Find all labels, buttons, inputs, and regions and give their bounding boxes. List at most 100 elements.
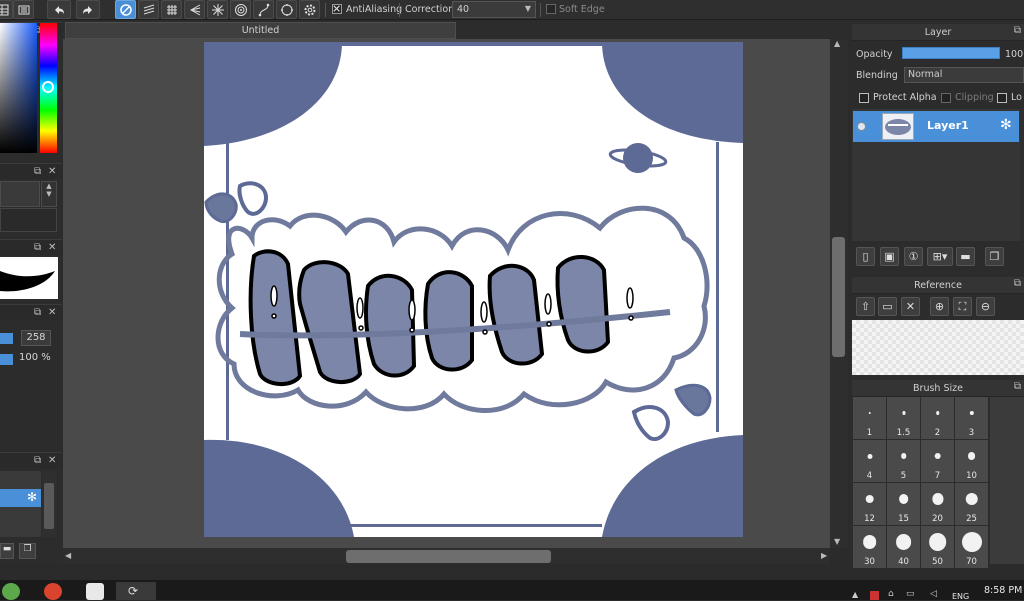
- lock-checkbox[interactable]: [997, 93, 1007, 103]
- reference-up-button[interactable]: ⇧: [856, 297, 875, 316]
- brush-size-option[interactable]: 25: [955, 483, 988, 525]
- brush-size-option[interactable]: 1.5: [887, 397, 920, 439]
- brush-size-option[interactable]: 1: [853, 397, 886, 439]
- protect-alpha-checkbox[interactable]: [859, 93, 869, 103]
- opacity-slider-chip[interactable]: [0, 354, 13, 365]
- layer-name[interactable]: Layer1: [927, 119, 969, 132]
- duplicate-button[interactable]: ❐: [19, 543, 36, 559]
- canvas-artwork[interactable]: [204, 42, 743, 537]
- brush-size-option[interactable]: 50: [921, 526, 954, 568]
- active-app-button[interactable]: ⟳: [116, 582, 156, 600]
- blending-mode-select[interactable]: Normal: [904, 67, 1024, 83]
- snap-curve-button[interactable]: [253, 0, 274, 19]
- tray-network-icon[interactable]: ⌂: [888, 589, 894, 599]
- duplicate-layer-button[interactable]: ❐: [985, 247, 1004, 266]
- brush-size-option[interactable]: 2: [921, 397, 954, 439]
- new-folder-button[interactable]: ▬: [956, 247, 975, 266]
- tray-battery-icon[interactable]: ▭: [906, 589, 915, 599]
- new-1bit-layer-button[interactable]: ①: [904, 247, 923, 266]
- popout-icon[interactable]: ⧉: [34, 455, 41, 466]
- layer-opacity-slider[interactable]: [902, 47, 1000, 59]
- size-slider-chip[interactable]: [0, 333, 13, 344]
- correction-select[interactable]: 40 ▼: [452, 1, 536, 18]
- brush-size-value[interactable]: 258: [21, 330, 51, 346]
- menu-button[interactable]: [13, 0, 34, 19]
- scroll-thumb[interactable]: [44, 483, 54, 529]
- scroll-left-icon[interactable]: ◀: [65, 551, 71, 560]
- snap-circle-button[interactable]: [230, 0, 251, 19]
- reference-open-button[interactable]: ▭: [878, 297, 897, 316]
- brush-size-option[interactable]: 20: [921, 483, 954, 525]
- snap-settings-button[interactable]: [299, 0, 320, 19]
- close-icon[interactable]: ✕: [48, 166, 56, 177]
- snap-grid-button[interactable]: [161, 0, 182, 19]
- redo-button[interactable]: [76, 0, 100, 19]
- folder-button[interactable]: ▬: [0, 543, 14, 559]
- brush-size-scrollbar[interactable]: [990, 397, 1024, 564]
- brush-size-label: 30: [864, 557, 875, 567]
- add-layer-menu-button[interactable]: ⊞▾: [927, 247, 953, 266]
- eye-icon[interactable]: [857, 122, 866, 131]
- brush-size-option[interactable]: 4: [853, 440, 886, 482]
- snap-parallel-button[interactable]: [138, 0, 159, 19]
- antialiasing-checkbox[interactable]: [332, 4, 342, 14]
- popout-icon[interactable]: ⧉: [1014, 278, 1021, 289]
- tray-volume-icon[interactable]: ◁: [930, 589, 937, 599]
- new-halftone-layer-button[interactable]: ▣: [880, 247, 899, 266]
- gear-icon[interactable]: ✻: [1000, 117, 1012, 133]
- tray-chevron-icon[interactable]: ▲: [852, 590, 858, 599]
- folder-icon: ▬: [2, 544, 12, 554]
- snap-perspective-button[interactable]: [184, 0, 205, 19]
- swatch-scrollbar[interactable]: ▲ ▼: [41, 181, 57, 207]
- popout-icon[interactable]: ⧉: [1014, 25, 1021, 36]
- brush-size-option[interactable]: 10: [955, 440, 988, 482]
- brush-size-option[interactable]: 3: [955, 397, 988, 439]
- hue-slider-handle[interactable]: [42, 81, 54, 93]
- snap-off-button[interactable]: [115, 0, 136, 19]
- brush-size-option[interactable]: 70: [955, 526, 988, 568]
- color-saturation-square[interactable]: [0, 23, 37, 153]
- vertical-scroll-thumb[interactable]: [832, 237, 845, 357]
- layer-list-scrollbar[interactable]: [1020, 109, 1024, 241]
- clock[interactable]: 8:58 PM: [984, 585, 1022, 596]
- tray-app-icon[interactable]: [870, 591, 879, 600]
- close-icon[interactable]: ✕: [48, 455, 56, 466]
- reference-zoom-in-button[interactable]: ⊕: [930, 297, 949, 316]
- clipping-checkbox[interactable]: [941, 93, 951, 103]
- brush-size-option[interactable]: 30: [853, 526, 886, 568]
- browser-icon[interactable]: [44, 583, 62, 600]
- popout-icon[interactable]: ⧉: [1014, 381, 1021, 392]
- gear-icon[interactable]: ✻: [27, 490, 37, 504]
- reference-image-area[interactable]: [852, 320, 1024, 375]
- scroll-right-icon[interactable]: ▶: [821, 551, 827, 560]
- popout-icon[interactable]: ⧉: [34, 307, 41, 318]
- snap-radial-button[interactable]: [207, 0, 228, 19]
- brush-size-label: 4: [866, 471, 873, 481]
- close-icon[interactable]: ✕: [48, 307, 56, 318]
- left-layer-row[interactable]: ✻: [0, 489, 41, 507]
- swatch-area[interactable]: [0, 181, 40, 207]
- popout-icon[interactable]: ⧉: [34, 242, 41, 253]
- brush-size-option[interactable]: 5: [887, 440, 920, 482]
- snap-ellipse-button[interactable]: [276, 0, 297, 19]
- scroll-down-icon[interactable]: ▼: [834, 537, 840, 546]
- document-tab[interactable]: Untitled: [65, 22, 456, 39]
- reference-close-button[interactable]: ✕: [901, 297, 920, 316]
- undo-button[interactable]: [47, 0, 71, 19]
- close-icon[interactable]: ✕: [48, 242, 56, 253]
- soft-edge-checkbox[interactable]: [546, 4, 556, 14]
- brush-size-option[interactable]: 40: [887, 526, 920, 568]
- brush-size-option[interactable]: 7: [921, 440, 954, 482]
- brush-size-option[interactable]: 12: [853, 483, 886, 525]
- scroll-up-icon[interactable]: ▲: [834, 39, 840, 48]
- new-layer-button[interactable]: ▯: [856, 247, 875, 266]
- reference-fit-button[interactable]: ⛶: [953, 297, 972, 316]
- popout-icon[interactable]: ⧉: [34, 166, 41, 177]
- left-layer-scrollbar[interactable]: [42, 471, 56, 537]
- horizontal-scroll-thumb[interactable]: [346, 550, 551, 563]
- app-icon[interactable]: [86, 583, 104, 600]
- app-icon[interactable]: [2, 583, 20, 600]
- reference-zoom-out-button[interactable]: ⊖: [976, 297, 995, 316]
- brush-size-option[interactable]: 15: [887, 483, 920, 525]
- grid-toggle-button[interactable]: [0, 0, 13, 19]
